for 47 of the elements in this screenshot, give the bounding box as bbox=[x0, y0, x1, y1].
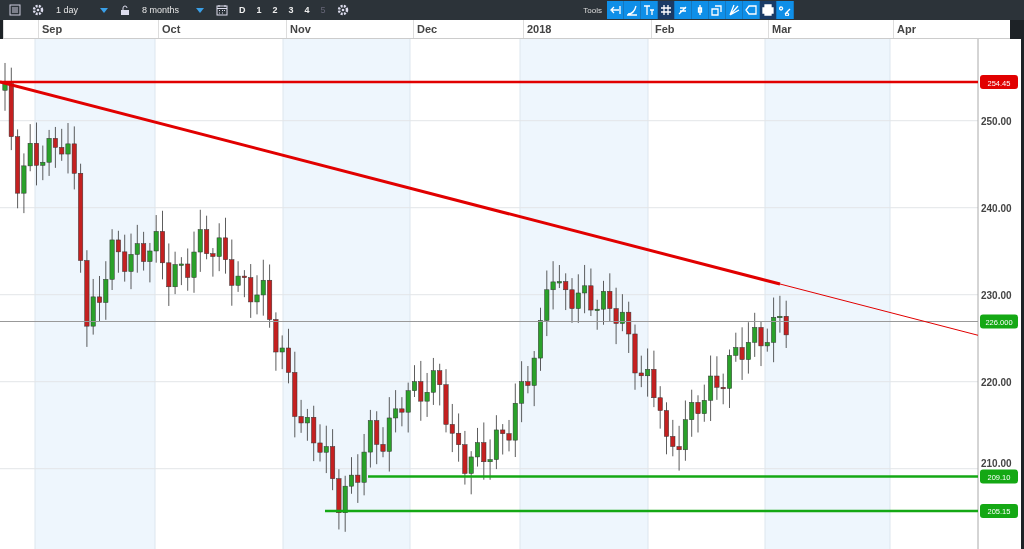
price-axis-label: 220.00 bbox=[981, 376, 1012, 388]
price-axis-label: 240.00 bbox=[981, 202, 1012, 214]
period-button[interactable]: 4 bbox=[301, 1, 313, 19]
caret-icon bbox=[196, 7, 204, 13]
windows-icon bbox=[711, 4, 723, 16]
calendar-icon[interactable] bbox=[216, 4, 228, 16]
print-icon bbox=[762, 4, 774, 16]
month-label: Nov bbox=[290, 23, 311, 35]
windows-tool-button[interactable] bbox=[709, 1, 726, 19]
curve-icon bbox=[626, 4, 638, 16]
period-button[interactable]: 3 bbox=[285, 1, 297, 19]
print-tool-button[interactable] bbox=[760, 1, 777, 19]
fan-icon bbox=[728, 4, 740, 16]
tag-icon bbox=[745, 4, 757, 16]
month-label: 2018 bbox=[527, 23, 552, 35]
month-label: Feb bbox=[655, 23, 675, 35]
settings-tool-button[interactable] bbox=[777, 1, 794, 19]
trend-line[interactable] bbox=[0, 80, 781, 286]
back-tool-button[interactable] bbox=[607, 1, 624, 19]
caret-icon bbox=[100, 7, 108, 13]
fan-tool-button[interactable] bbox=[726, 1, 743, 19]
interval-dropdown[interactable]: 1 day bbox=[52, 1, 112, 19]
text-tool-button[interactable] bbox=[641, 1, 658, 19]
support-line[interactable] bbox=[325, 509, 978, 513]
price-axis-label: 210.00 bbox=[981, 458, 1012, 469]
month-label: Apr bbox=[897, 23, 916, 35]
period-button[interactable]: D bbox=[236, 1, 249, 19]
range-dropdown[interactable]: 8 months bbox=[138, 1, 208, 19]
period-button[interactable]: 1 bbox=[253, 1, 265, 19]
lock-icon[interactable] bbox=[120, 4, 130, 16]
period-button[interactable]: 2 bbox=[269, 1, 281, 19]
tools-label: Tools bbox=[583, 5, 602, 15]
month-label: Dec bbox=[417, 23, 438, 35]
month-label: Sep bbox=[42, 23, 63, 35]
grid-icon bbox=[660, 4, 672, 16]
month-label: Mar bbox=[772, 23, 792, 35]
grid-tool-button[interactable] bbox=[658, 1, 675, 19]
text-icon bbox=[643, 4, 655, 16]
price-axis-label: 230.00 bbox=[981, 289, 1012, 301]
price-axis-label: 250.00 bbox=[981, 115, 1012, 127]
support-line[interactable] bbox=[0, 80, 978, 84]
pen-tool-button[interactable] bbox=[675, 1, 692, 19]
back-icon bbox=[609, 4, 621, 16]
month-label: Oct bbox=[162, 23, 181, 35]
tag-tool-button[interactable] bbox=[743, 1, 760, 19]
curve-tool-button[interactable] bbox=[624, 1, 641, 19]
candle-tool-button[interactable] bbox=[692, 1, 709, 19]
